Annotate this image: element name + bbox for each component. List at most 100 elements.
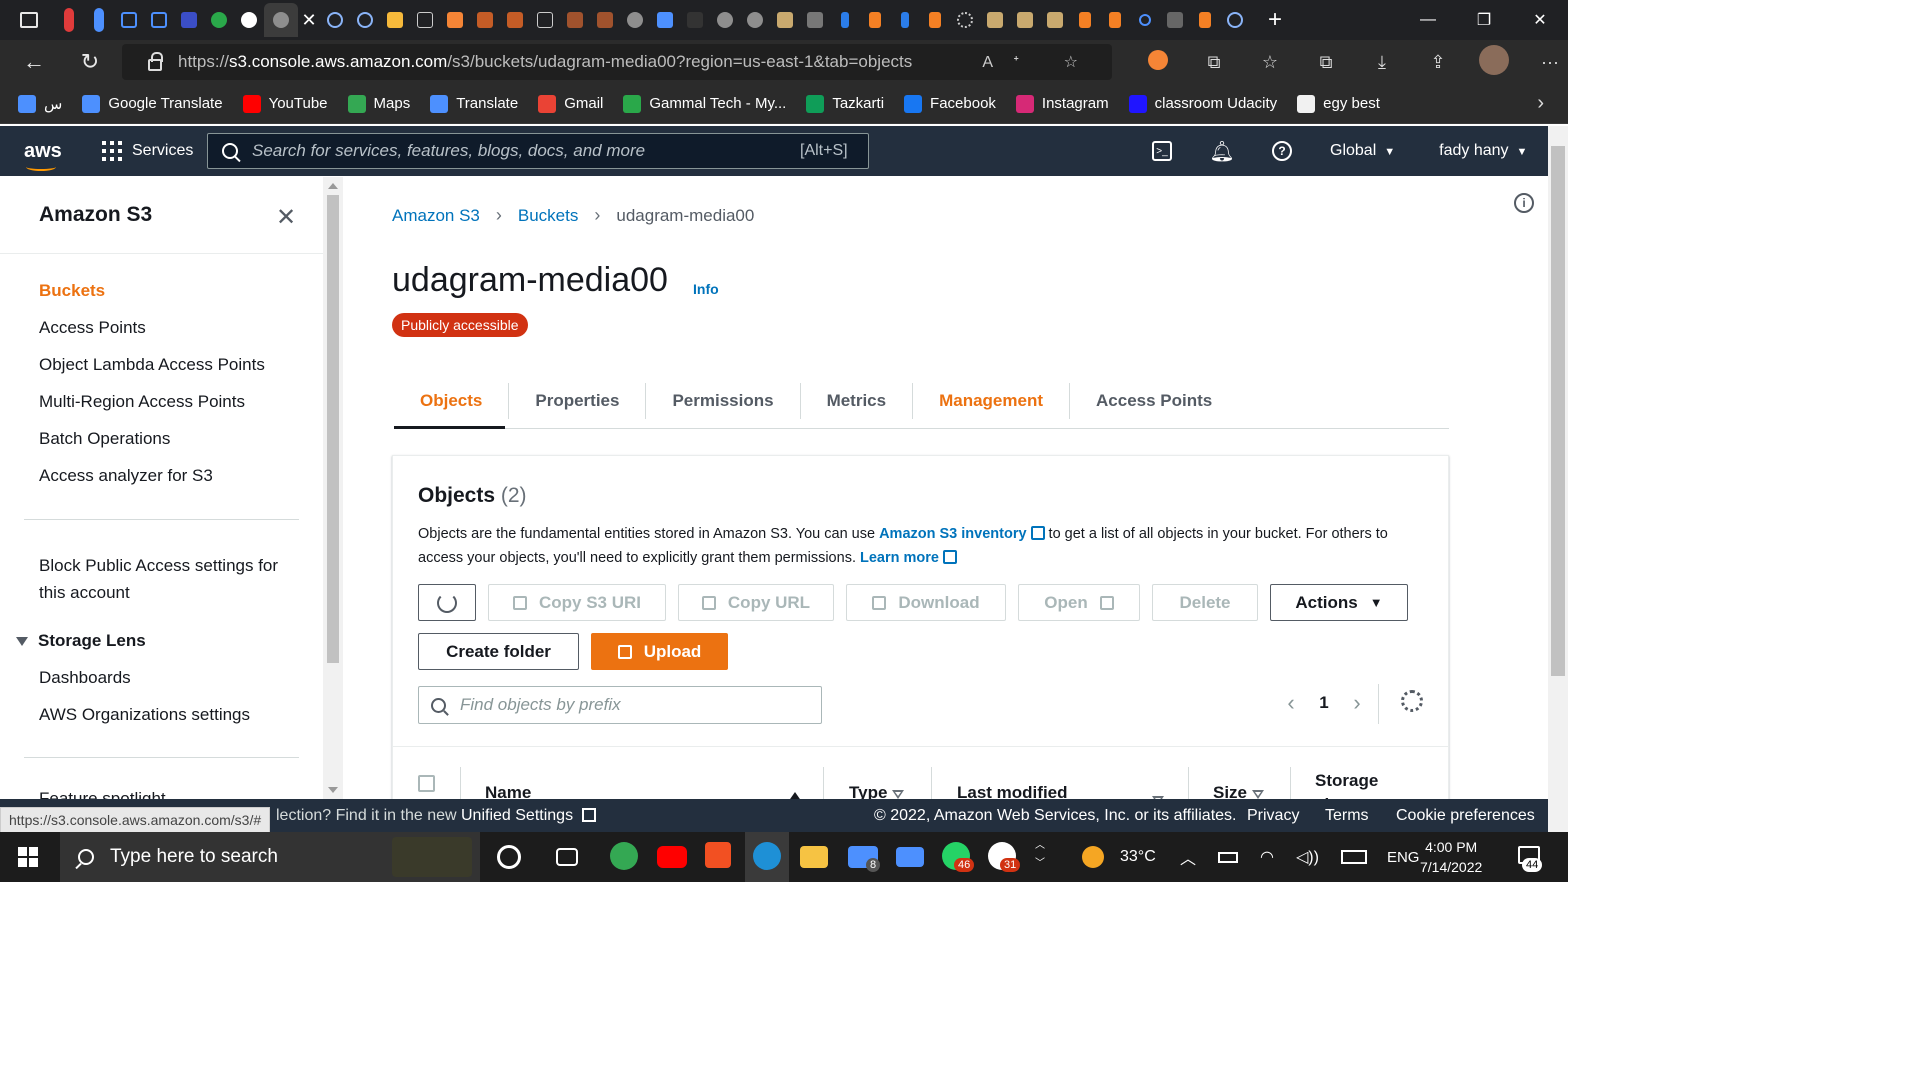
- tab[interactable]: [84, 5, 114, 35]
- column-last-modified[interactable]: Last modified: [957, 783, 1068, 799]
- select-all-checkbox[interactable]: [418, 775, 435, 792]
- bookmark-item[interactable]: Gmail: [538, 94, 603, 113]
- sidebar-item-dashboards[interactable]: Dashboards: [39, 668, 131, 688]
- scrollbar-thumb[interactable]: [1551, 146, 1565, 676]
- bookmark-item[interactable]: Translate: [430, 94, 518, 113]
- tab[interactable]: [620, 5, 650, 35]
- wifi-icon[interactable]: ◠: [1260, 847, 1274, 867]
- scrollbar-thumb[interactable]: [327, 195, 339, 663]
- scroll-down-icon[interactable]: [328, 787, 338, 793]
- bookmark-item[interactable]: Google Translate: [82, 94, 223, 113]
- tab[interactable]: [890, 5, 920, 35]
- tab[interactable]: [410, 5, 440, 35]
- bookmark-item[interactable]: classroom Udacity: [1128, 94, 1277, 113]
- gear-icon[interactable]: [1401, 690, 1423, 712]
- find-objects-field[interactable]: [418, 686, 822, 724]
- weather[interactable]: 33°C: [1082, 832, 1156, 882]
- sidebar-item-access-points[interactable]: Access Points: [39, 318, 146, 338]
- tab[interactable]: [830, 5, 860, 35]
- downloads-icon[interactable]: ⤓: [1354, 52, 1410, 73]
- bookmark-item[interactable]: Tazkarti: [806, 94, 884, 113]
- windows-start-icon[interactable]: [18, 847, 38, 867]
- tab-permissions[interactable]: Permissions: [646, 382, 801, 419]
- tab[interactable]: [590, 5, 620, 35]
- info-icon[interactable]: i: [1514, 193, 1534, 213]
- tab-management[interactable]: Management: [913, 382, 1071, 419]
- read-aloud-icon[interactable]: Aᐩ ☆: [982, 52, 1098, 72]
- page-scrollbar[interactable]: [1548, 126, 1568, 832]
- microsoft-store-icon[interactable]: [705, 842, 731, 868]
- sidebar-scrollbar[interactable]: [323, 177, 343, 799]
- aws-search-field[interactable]: [Alt+S]: [207, 133, 869, 169]
- sidebar-item-buckets[interactable]: Buckets: [39, 281, 105, 301]
- breadcrumb-amazon-s3[interactable]: Amazon S3: [392, 206, 480, 226]
- taskbar-scroll-icon[interactable]: ︿ ﹀: [1032, 837, 1048, 877]
- column-name[interactable]: Name: [485, 783, 531, 799]
- collections-icon[interactable]: ⧉: [1298, 52, 1354, 73]
- tab[interactable]: [1040, 5, 1070, 35]
- actions-button[interactable]: Actions ▼: [1270, 584, 1408, 621]
- tab[interactable]: [440, 5, 470, 35]
- back-icon[interactable]: ←: [12, 40, 56, 84]
- extensions-puzzle-icon[interactable]: ⧉: [1186, 52, 1242, 73]
- find-objects-input[interactable]: [460, 695, 800, 715]
- task-view-icon[interactable]: [556, 848, 578, 866]
- youtube-icon[interactable]: [657, 846, 687, 868]
- tab[interactable]: [560, 5, 590, 35]
- extension-icon[interactable]: [1130, 49, 1186, 75]
- sort-ascending-icon[interactable]: [788, 789, 802, 799]
- tab[interactable]: [770, 5, 800, 35]
- tab[interactable]: [680, 5, 710, 35]
- sidebar-item-organizations-settings[interactable]: AWS Organizations settings: [39, 705, 250, 725]
- column-storage-class[interactable]: Storage class: [1315, 769, 1405, 799]
- cloudshell-icon[interactable]: >_: [1150, 139, 1174, 163]
- info-link[interactable]: Info: [693, 281, 719, 297]
- close-tab-icon[interactable]: ✕: [298, 10, 320, 31]
- breadcrumb-buckets[interactable]: Buckets: [518, 206, 578, 226]
- cortana-icon[interactable]: [497, 845, 521, 869]
- region-selector[interactable]: Global ▼: [1330, 142, 1395, 160]
- bookmark-item[interactable]: Facebook: [904, 94, 996, 113]
- chrome-icon[interactable]: [610, 842, 638, 870]
- tab[interactable]: [920, 5, 950, 35]
- delete-button[interactable]: Delete: [1152, 584, 1258, 621]
- tab-properties[interactable]: Properties: [509, 382, 647, 419]
- help-icon[interactable]: ?: [1270, 139, 1294, 163]
- file-explorer-icon[interactable]: [800, 846, 828, 868]
- refresh-icon[interactable]: ↻: [68, 40, 112, 84]
- inventory-link[interactable]: Amazon S3 inventory: [879, 526, 1026, 542]
- favorites-icon[interactable]: ☆: [1242, 52, 1298, 73]
- tab[interactable]: [234, 5, 264, 35]
- page-number[interactable]: 1: [1309, 693, 1339, 713]
- open-button[interactable]: Open: [1018, 584, 1140, 621]
- upload-button[interactable]: Upload: [591, 633, 728, 670]
- chevron-up-icon[interactable]: ︿: [1180, 845, 1196, 869]
- share-icon[interactable]: ⇪: [1410, 52, 1466, 73]
- tab[interactable]: [500, 5, 530, 35]
- bookmark-item[interactable]: egy best: [1297, 94, 1380, 113]
- services-menu[interactable]: Services: [102, 141, 193, 161]
- tab[interactable]: [470, 5, 500, 35]
- tab[interactable]: [1100, 5, 1130, 35]
- close-icon[interactable]: ✕: [276, 203, 296, 232]
- sort-icon[interactable]: [1152, 791, 1164, 799]
- copy-s3-uri-button[interactable]: Copy S3 URI: [488, 584, 666, 621]
- sidebar-item-multi-region[interactable]: Multi-Region Access Points: [39, 392, 245, 412]
- tab[interactable]: [204, 5, 234, 35]
- previous-page-icon[interactable]: ‹: [1273, 690, 1309, 716]
- bookmark-item[interactable]: Instagram: [1015, 94, 1109, 113]
- tab[interactable]: [950, 5, 980, 35]
- next-page-icon[interactable]: ›: [1339, 690, 1375, 716]
- tab[interactable]: [350, 5, 380, 35]
- close-window-icon[interactable]: ✕: [1512, 0, 1568, 40]
- battery-icon[interactable]: [1218, 851, 1239, 863]
- sidebar-item-block-public-access[interactable]: Block Public Access settings for this ac…: [39, 552, 278, 606]
- tab-metrics[interactable]: Metrics: [801, 382, 914, 419]
- unified-settings-link[interactable]: Unified Settings: [461, 807, 573, 824]
- tab[interactable]: [1010, 5, 1040, 35]
- profile-avatar[interactable]: [1466, 44, 1522, 80]
- tab[interactable]: [54, 5, 84, 35]
- volume-icon[interactable]: ◁)): [1296, 847, 1319, 867]
- tab-objects[interactable]: Objects: [394, 382, 510, 419]
- download-button[interactable]: Download: [846, 584, 1006, 621]
